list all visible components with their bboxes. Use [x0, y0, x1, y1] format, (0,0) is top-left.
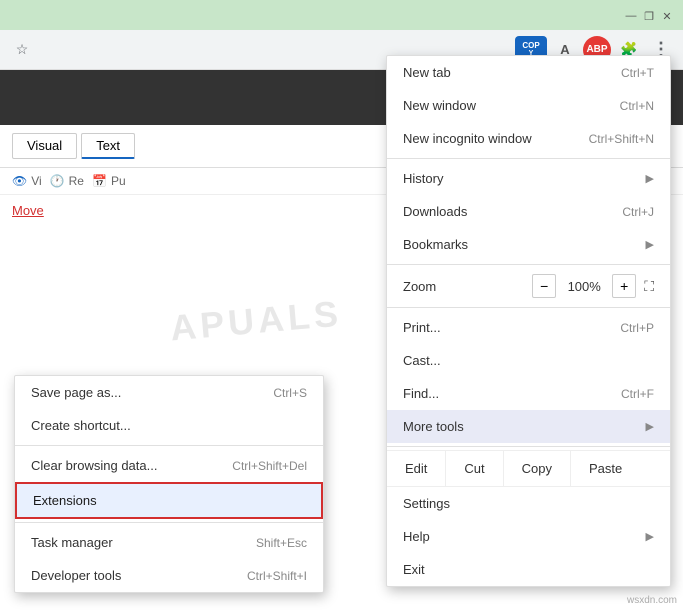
menu-divider-3	[387, 307, 670, 308]
zoom-fullscreen-icon[interactable]: ⛶	[644, 278, 654, 295]
copy-button[interactable]: Copy	[504, 451, 571, 486]
ctx-save-page[interactable]: Save page as... Ctrl+S	[15, 376, 323, 409]
restore-button[interactable]: ❐	[641, 8, 657, 24]
zoom-minus-button[interactable]: −	[532, 274, 556, 298]
ctx-extensions[interactable]: Extensions	[15, 482, 323, 519]
menu-item-downloads[interactable]: Downloads Ctrl+J	[387, 195, 670, 228]
close-button[interactable]: ✕	[659, 8, 675, 24]
cut-button[interactable]: Cut	[446, 451, 503, 486]
zoom-controls: − 100% + ⛶	[532, 274, 654, 298]
ctx-task-manager[interactable]: Task manager Shift+Esc	[15, 526, 323, 559]
refresh-icon-item: 🕐 Re	[50, 174, 84, 188]
copy-ext-label: COP	[522, 42, 539, 51]
menu-item-bookmarks[interactable]: Bookmarks ▶	[387, 228, 670, 261]
minimize-button[interactable]: —	[623, 8, 639, 24]
edit-button[interactable]: Edit	[387, 451, 446, 486]
menu-item-find[interactable]: Find... Ctrl+F	[387, 377, 670, 410]
menu-divider-1	[387, 158, 670, 159]
menu-divider-4	[387, 446, 670, 447]
menu-item-cast[interactable]: Cast...	[387, 344, 670, 377]
menu-item-settings[interactable]: Settings	[387, 487, 670, 520]
view-icon-item: 👁 Vi	[12, 174, 42, 188]
menu-item-incognito[interactable]: New incognito window Ctrl+Shift+N	[387, 122, 670, 155]
zoom-row: Zoom − 100% + ⛶	[387, 268, 670, 304]
edit-submenu: Edit Cut Copy Paste	[387, 450, 670, 487]
publish-icon-item: 📅 Pu	[92, 174, 126, 188]
main-context-menu: New tab Ctrl+T New window Ctrl+N New inc…	[386, 55, 671, 587]
menu-divider-2	[387, 264, 670, 265]
title-bar: — ❐ ✕	[623, 0, 683, 24]
bookmark-icon[interactable]: ☆	[8, 36, 36, 64]
menu-item-new-tab[interactable]: New tab Ctrl+T	[387, 56, 670, 89]
menu-item-print[interactable]: Print... Ctrl+P	[387, 311, 670, 344]
ctx-clear-browsing[interactable]: Clear browsing data... Ctrl+Shift+Del	[15, 449, 323, 482]
menu-item-exit[interactable]: Exit	[387, 553, 670, 586]
ctx-create-shortcut[interactable]: Create shortcut...	[15, 409, 323, 442]
menu-item-history[interactable]: History ▶	[387, 162, 670, 195]
browser-window: — ❐ ✕ ☆ COP Y A ABP 🧩 ⋮ Visual Text	[0, 0, 683, 610]
left-menu-divider-2	[15, 522, 323, 523]
menu-item-new-window[interactable]: New window Ctrl+N	[387, 89, 670, 122]
zoom-label: Zoom	[403, 279, 436, 294]
zoom-plus-button[interactable]: +	[612, 274, 636, 298]
more-tools-submenu: Save page as... Ctrl+S Create shortcut..…	[14, 375, 324, 593]
ctx-developer-tools[interactable]: Developer tools Ctrl+Shift+I	[15, 559, 323, 592]
watermark: wsxdn.com	[627, 595, 677, 606]
left-menu-divider	[15, 445, 323, 446]
tab-visual[interactable]: Visual	[12, 133, 77, 159]
paste-button[interactable]: Paste	[571, 451, 640, 486]
tab-text[interactable]: Text	[81, 133, 135, 159]
menu-item-more-tools[interactable]: More tools ▶	[387, 410, 670, 443]
menu-item-help[interactable]: Help ▶	[387, 520, 670, 553]
zoom-value: 100%	[564, 279, 604, 294]
